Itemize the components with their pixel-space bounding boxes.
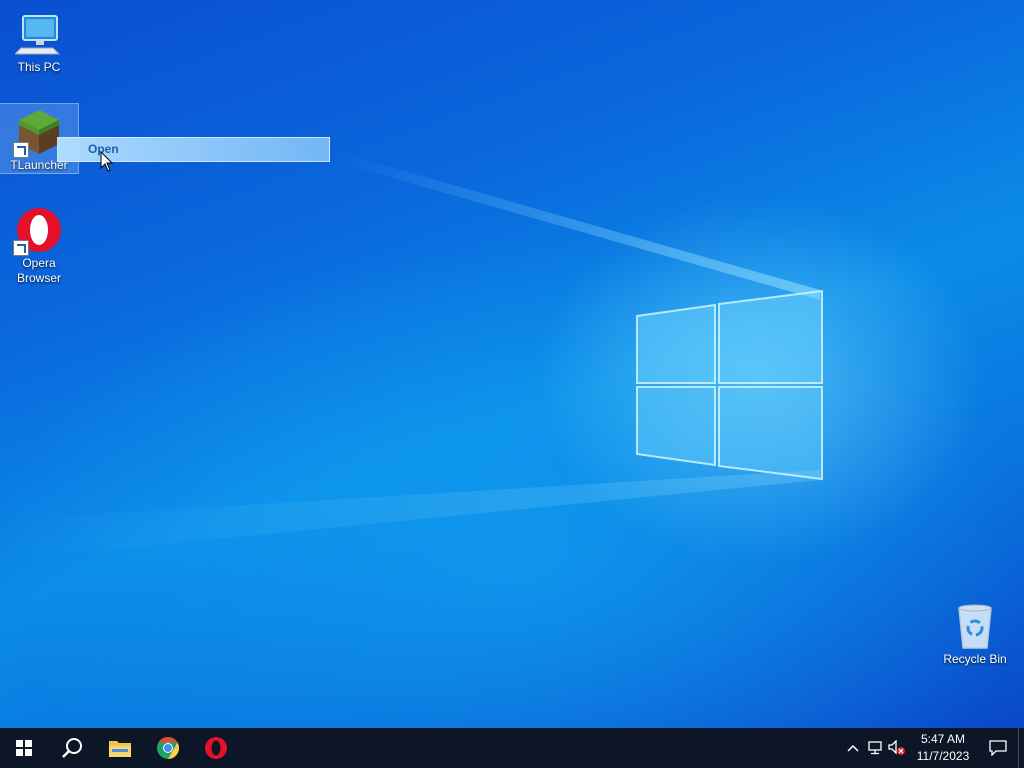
- start-button[interactable]: [0, 728, 48, 768]
- desktop-icon-label: Recycle Bin: [943, 652, 1007, 666]
- search-button[interactable]: [48, 728, 96, 768]
- chevron-up-icon: [847, 744, 859, 752]
- this-pc-icon: [13, 10, 63, 58]
- mouse-cursor-icon: [100, 151, 114, 172]
- desktop-icon-label-line1: Opera: [22, 256, 56, 270]
- action-center-button[interactable]: [978, 728, 1018, 768]
- windows-logo-icon: [16, 740, 32, 756]
- tlauncher-icon: [13, 108, 63, 158]
- windows-logo-wallpaper: [636, 289, 823, 481]
- network-icon: [868, 741, 882, 755]
- desktop-icon-opera-browser[interactable]: Opera Browser: [0, 202, 78, 288]
- opera-icon: [205, 737, 227, 759]
- clock-time: 5:47 AM: [920, 732, 966, 746]
- wallpaper-light-beams: [0, 150, 823, 560]
- taskbar-clock[interactable]: 5:47 AM 11/7/2023: [908, 731, 978, 765]
- show-hidden-icons-button[interactable]: [842, 728, 864, 768]
- folder-icon: [109, 741, 131, 757]
- show-desktop-button[interactable]: [1018, 728, 1024, 768]
- desktop-icon-label-line2: Browser: [16, 271, 61, 285]
- recycle-bin-icon: [951, 602, 999, 650]
- taskbar: 5:47 AM 11/7/2023: [0, 728, 1024, 768]
- notification-icon: [989, 740, 1007, 756]
- taskbar-opera[interactable]: [192, 728, 240, 768]
- desktop-icon-recycle-bin[interactable]: Recycle Bin: [936, 598, 1014, 668]
- search-icon: [62, 738, 82, 758]
- desktop[interactable]: This PC TLauncher Opera Browser Recycle …: [0, 0, 1024, 728]
- clock-date: 11/7/2023: [916, 749, 970, 763]
- chrome-icon: [157, 737, 179, 759]
- taskbar-file-explorer[interactable]: [96, 728, 144, 768]
- opera-icon: [13, 206, 63, 256]
- system-tray: 5:47 AM 11/7/2023: [842, 728, 1024, 768]
- shortcut-arrow-icon: [13, 240, 29, 256]
- taskbar-chrome[interactable]: [144, 728, 192, 768]
- volume-button[interactable]: [886, 728, 908, 768]
- network-button[interactable]: [864, 728, 886, 768]
- desktop-icon-this-pc[interactable]: This PC: [0, 6, 78, 74]
- volume-muted-icon: [888, 740, 905, 755]
- drag-open-tooltip: Open: [57, 137, 330, 162]
- desktop-icon-label: This PC: [17, 60, 61, 74]
- shortcut-arrow-icon: [13, 142, 29, 158]
